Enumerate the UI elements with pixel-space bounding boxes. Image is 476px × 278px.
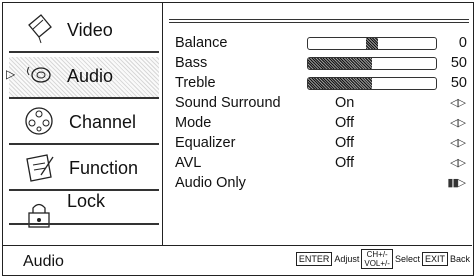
bass-slider[interactable] — [307, 57, 437, 70]
left-right-arrows-icon[interactable]: ◁▷ — [450, 96, 466, 109]
footer-bar: Audio ENTER Adjust CH+/- VOL+/- Select E… — [3, 245, 472, 275]
sidebar-item-label: Audio — [67, 66, 114, 86]
sidebar-item-video[interactable]: Video — [9, 11, 159, 53]
divider — [9, 51, 159, 53]
setting-row-audio-only[interactable]: Audio Only ▮▮▷ — [175, 174, 469, 193]
page-title: Audio — [23, 253, 64, 270]
divider — [169, 22, 469, 23]
setting-label: Treble — [175, 75, 216, 91]
left-right-arrows-icon[interactable]: ◁▷ — [450, 136, 466, 149]
divider — [9, 143, 159, 145]
left-right-arrows-icon[interactable]: ◁▷ — [450, 156, 466, 169]
balance-slider-thumb[interactable] — [366, 38, 378, 49]
setting-label: Bass — [175, 55, 208, 71]
setting-label: Audio Only — [175, 175, 246, 191]
channel-icon — [25, 107, 53, 135]
setting-label: Sound Surround — [175, 95, 281, 111]
adjust-label: Adjust — [334, 254, 360, 264]
selection-arrow-icon: ▷ — [6, 67, 16, 81]
divider — [9, 223, 159, 225]
setting-label: AVL — [175, 155, 202, 171]
setting-value: Off — [335, 115, 355, 131]
enter-submenu-icon[interactable]: ▮▮▷ — [447, 176, 466, 189]
setting-row-equalizer[interactable]: Equalizer Off ◁▷ — [175, 134, 469, 153]
ch-vol-key-badge: CH+/- VOL+/- — [361, 249, 393, 269]
setting-row-avl[interactable]: AVL Off ◁▷ — [175, 154, 469, 173]
left-right-arrows-icon[interactable]: ◁▷ — [450, 116, 466, 129]
setting-value: 0 — [458, 35, 467, 51]
setting-value: 50 — [450, 55, 467, 71]
vol-key-label: VOL+/- — [364, 259, 390, 268]
treble-slider-fill — [308, 78, 372, 89]
setting-row-bass[interactable]: Bass 50 — [175, 54, 469, 73]
setting-row-sound-surround[interactable]: Sound Surround On ◁▷ — [175, 94, 469, 113]
ch-key-label: CH+/- — [366, 250, 388, 259]
video-icon — [28, 14, 52, 44]
select-label: Select — [394, 254, 420, 264]
balance-slider[interactable] — [307, 37, 437, 50]
divider — [9, 97, 159, 99]
key-help: ENTER Adjust CH+/- VOL+/- Select EXIT Ba… — [295, 249, 470, 269]
sidebar-item-label: Video — [67, 20, 113, 40]
sidebar-item-lock[interactable]: Lock — [9, 191, 159, 231]
setting-value: Off — [335, 135, 355, 151]
enter-key-badge: ENTER — [295, 252, 333, 266]
setting-label: Equalizer — [175, 135, 236, 151]
back-label: Back — [449, 254, 470, 264]
setting-label: Balance — [175, 35, 228, 51]
sidebar-item-label: Function — [69, 158, 139, 178]
sidebar-item-label: Lock — [67, 191, 106, 211]
lock-icon — [28, 203, 50, 228]
osd-menu-frame: Video ▷ Audio Channel Function Lock Bala… — [2, 2, 474, 276]
setting-value: On — [335, 95, 355, 111]
exit-key-badge: EXIT — [421, 252, 448, 266]
bass-slider-fill — [308, 58, 372, 69]
setting-value: 50 — [450, 75, 467, 91]
setting-row-mode[interactable]: Mode Off ◁▷ — [175, 114, 469, 133]
sidebar-item-audio[interactable]: ▷ Audio — [6, 57, 159, 99]
treble-slider[interactable] — [307, 77, 437, 90]
audio-settings-panel: Balance 0 Bass 50 Treble 50 Sound Surrou… — [169, 19, 469, 239]
menu-sidebar: Video ▷ Audio Channel Function Lock — [3, 3, 163, 245]
setting-row-treble[interactable]: Treble 50 — [175, 74, 469, 93]
sidebar-item-channel[interactable]: Channel — [9, 103, 159, 145]
audio-icon — [27, 66, 51, 83]
setting-label: Mode — [175, 115, 212, 131]
setting-row-balance[interactable]: Balance 0 — [175, 34, 469, 53]
setting-value: Off — [335, 155, 355, 171]
function-icon — [26, 154, 54, 182]
sidebar-item-label: Channel — [69, 112, 137, 132]
sidebar-item-function[interactable]: Function — [9, 149, 159, 191]
